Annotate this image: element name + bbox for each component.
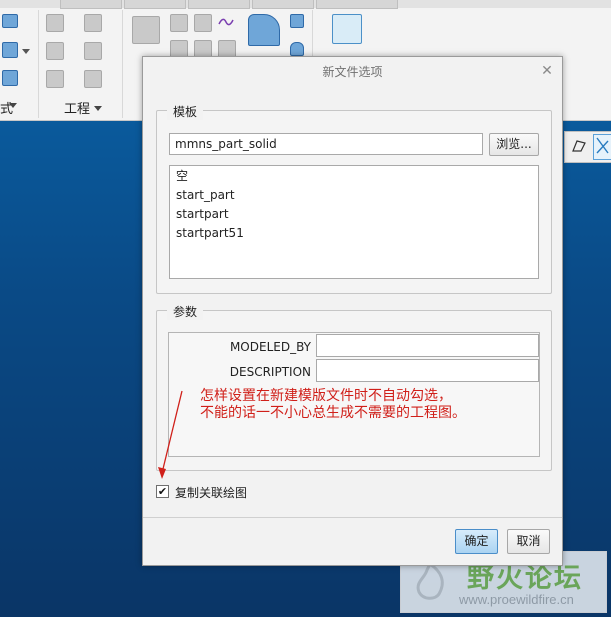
copy-drawing-checkbox[interactable]: ✔ [156,485,169,498]
parameters-section: 参数 MODELED_BY DESCRIPTION 怎样设置在新建模版文件时不自… [156,303,552,471]
chevron-down-icon [94,106,103,111]
sketch-plane-icon[interactable] [2,42,18,58]
datum-icon[interactable] [2,14,18,28]
ribbon-tab[interactable] [316,0,398,9]
description-field[interactable] [316,359,539,382]
template-legend: 模板 [167,103,204,120]
boundary-blend-icon[interactable] [290,14,304,28]
parameters-table: MODELED_BY DESCRIPTION 怎样设置在新建模版文件时不自动勾选… [168,332,540,457]
modeled-by-field[interactable] [316,334,539,357]
group-separator [38,10,39,118]
spin-center-icon[interactable] [571,139,587,153]
cancel-button[interactable]: 取消 [507,529,550,554]
ribbon-tab[interactable] [252,0,314,9]
browse-button[interactable]: 浏览... [489,133,539,156]
ribbon-tab[interactable] [188,0,250,9]
list-item[interactable]: startpart51 [170,224,538,243]
pattern-icon[interactable] [132,16,160,44]
template-section: 模板 浏览... 空 start_part startpart startpar… [156,103,552,294]
group-label-engineering-text: 工程 [64,102,91,117]
datum-display-icon[interactable] [593,134,611,160]
dialog-title: 新文件选项 [322,65,383,79]
list-item[interactable]: 空 [170,167,538,186]
ribbon-tab[interactable] [60,0,122,9]
round-icon[interactable] [84,14,102,32]
ok-button[interactable]: 确定 [455,529,498,554]
watermark-url: www.proewildfire.cn [459,592,574,607]
list-item[interactable]: startpart [170,205,538,224]
template-list[interactable]: 空 start_part startpart startpart51 [169,165,539,279]
new-file-options-dialog: 新文件选项 ✕ 模板 浏览... 空 start_part startpart … [142,56,563,566]
component-interface-icon[interactable] [332,14,362,44]
annotation-line-1: 怎样设置在新建模版文件时不自动勾选， [200,388,452,404]
freestyle-icon[interactable] [290,42,304,56]
footer-divider [143,517,562,518]
group-separator [122,10,123,118]
mirror-icon[interactable] [170,14,188,32]
annotation-arrow-icon [158,390,183,479]
param-label: DESCRIPTION [229,365,311,379]
parameters-legend: 参数 [167,303,204,320]
group-label-engineering[interactable]: 工程 [64,98,103,117]
template-name-input[interactable] [169,133,483,155]
annotation-line-2: 不能的话一不小心总生成不需要的工程图。 [200,405,466,421]
project-icon[interactable] [218,14,234,30]
curve-tool-icon[interactable] [2,70,18,86]
param-label: MODELED_BY [229,340,311,354]
extend-icon[interactable] [194,14,212,32]
close-icon[interactable]: ✕ [540,64,554,78]
chamfer-icon[interactable] [46,42,64,60]
list-item[interactable]: start_part [170,186,538,205]
shell-icon[interactable] [84,42,102,60]
surface-icon[interactable] [248,14,280,46]
copy-drawing-label[interactable]: 复制关联绘图 [175,484,247,501]
ribbon-tab[interactable] [124,0,186,9]
flame-logo-icon [409,560,451,604]
dropdown-arrow-icon[interactable] [22,44,30,54]
view-toolbar [564,131,611,163]
draft-icon[interactable] [46,70,64,88]
hole-icon[interactable] [46,14,64,32]
rib-icon[interactable] [84,70,102,88]
ribbon-tab-strip [0,0,611,9]
